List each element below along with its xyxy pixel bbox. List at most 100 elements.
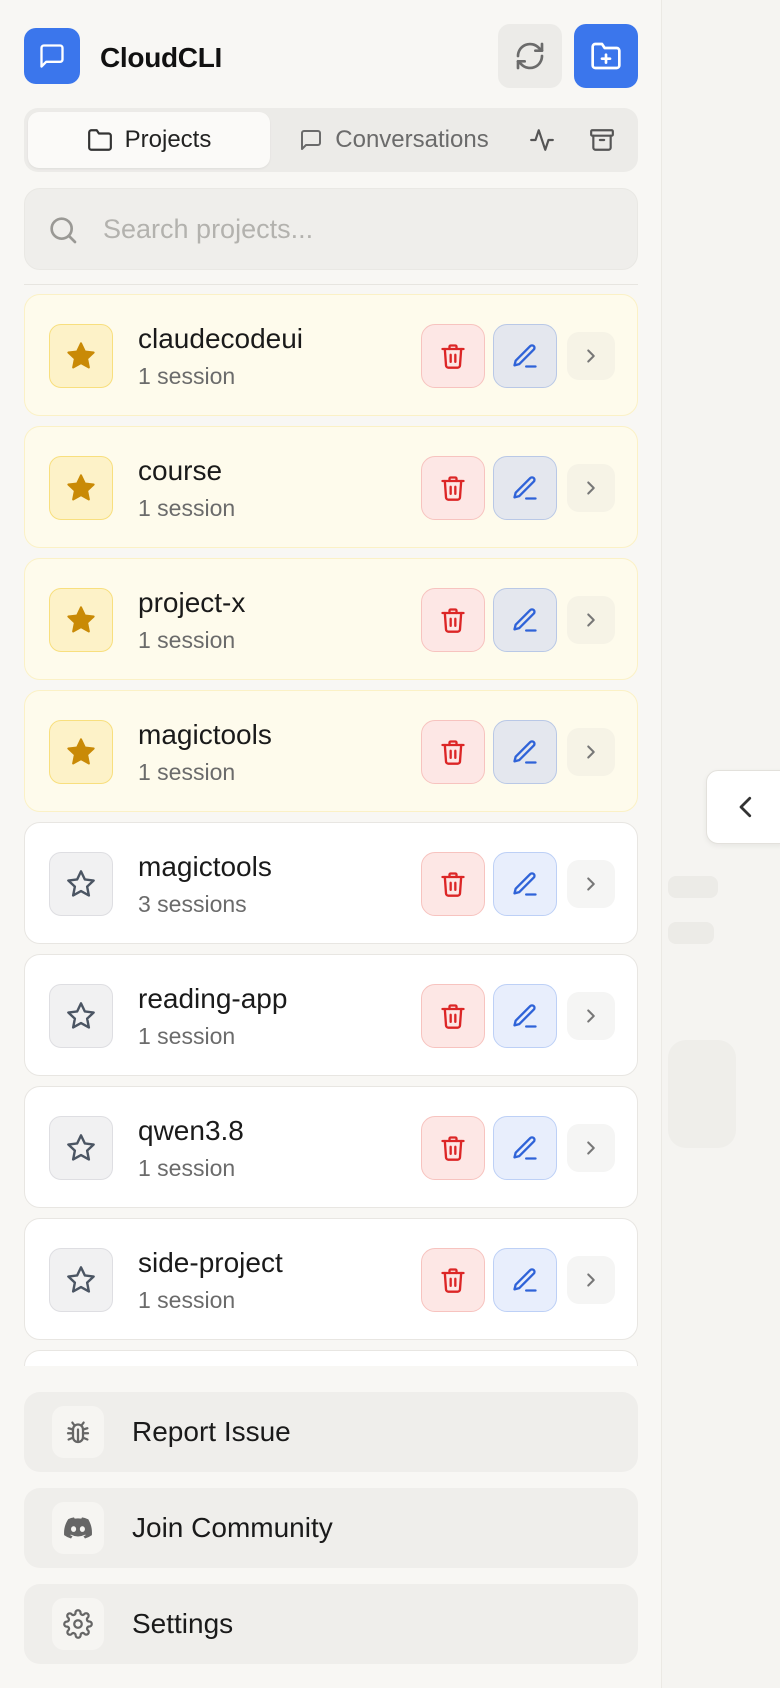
project-card[interactable]: claudecodeui 1 session [24,294,638,416]
discord-icon-box [52,1502,104,1554]
delete-project-button[interactable] [421,720,485,784]
sidebar: CloudCLI Projects Conversations Search p… [0,0,662,1688]
report-issue-label: Report Issue [132,1416,291,1447]
star-outline-icon [67,870,95,897]
project-session-count: 1 session [138,627,236,653]
favorite-toggle[interactable] [49,984,113,1048]
chevron-right-icon [587,1009,595,1023]
rename-project-button[interactable] [493,720,557,784]
project-name: course [138,455,223,486]
open-project-button[interactable] [567,860,615,908]
app-title: CloudCLI [100,42,223,73]
collapse-sidebar-button[interactable] [706,770,780,844]
favorite-toggle[interactable] [49,588,113,652]
project-session-count: 3 sessions [138,891,247,917]
pen-icon [513,608,537,632]
trash-icon [441,872,465,897]
settings-label: Settings [132,1608,234,1639]
bug-icon [66,1421,90,1444]
activity-button[interactable] [524,122,560,158]
project-name: magictools [138,719,272,750]
refresh-button[interactable] [498,24,562,88]
favorite-toggle[interactable] [49,456,113,520]
project-list: claudecodeui 1 session course 1 session … [24,294,638,1366]
pen-icon [513,344,537,368]
trash-icon [441,608,465,633]
open-project-button[interactable] [567,1256,615,1304]
report-issue-button[interactable]: Report Issue [24,1392,638,1472]
project-session-count: 1 session [138,1287,236,1313]
rename-project-button[interactable] [493,456,557,520]
project-card[interactable]: magictools 1 session [24,690,638,812]
trash-icon [441,1004,465,1029]
divider [24,284,638,285]
project-card[interactable]: qwen3.8 1 session [24,1086,638,1208]
favorite-toggle[interactable] [49,324,113,388]
star-filled-icon [67,474,95,501]
project-card[interactable]: reading-app 1 session [24,954,638,1076]
message-square-icon [40,44,64,68]
delete-project-button[interactable] [421,456,485,520]
refresh-icon [516,42,544,70]
background-card-placeholder [668,1040,736,1148]
open-project-button[interactable] [567,1124,615,1172]
view-tabs: Projects Conversations [24,108,638,172]
favorite-toggle[interactable] [49,1248,113,1312]
join-community-button[interactable]: Join Community [24,1488,638,1568]
pen-icon [513,1268,537,1292]
delete-project-button[interactable] [421,588,485,652]
trash-icon [441,344,465,369]
project-card[interactable] [24,1350,638,1366]
project-card[interactable]: project-x 1 session [24,558,638,680]
background-placeholder [668,876,718,898]
pen-icon [513,1004,537,1028]
star-filled-icon [67,606,95,633]
project-session-count: 1 session [138,1155,236,1181]
archive-icon [590,129,614,151]
tab-conversations-label: Conversations [335,126,489,153]
open-project-button[interactable] [567,464,615,512]
chevron-left-icon [739,796,752,818]
delete-project-button[interactable] [421,1116,485,1180]
delete-project-button[interactable] [421,984,485,1048]
settings-button[interactable]: Settings [24,1584,638,1664]
favorite-toggle[interactable] [49,720,113,784]
rename-project-button[interactable] [493,852,557,916]
open-project-button[interactable] [567,728,615,776]
pen-icon [513,740,537,764]
sidebar-header: CloudCLI [24,24,638,88]
delete-project-button[interactable] [421,852,485,916]
archive-button[interactable] [584,122,620,158]
project-card[interactable]: course 1 session [24,426,638,548]
chevron-right-icon [587,745,595,759]
star-outline-icon [67,1002,95,1029]
star-filled-icon [67,342,95,369]
search-input[interactable] [103,207,603,251]
tab-conversations[interactable]: Conversations [294,112,494,168]
rename-project-button[interactable] [493,1248,557,1312]
rename-project-button[interactable] [493,984,557,1048]
gear-icon [63,1609,93,1639]
project-session-count: 1 session [138,495,236,521]
chevron-right-icon [587,877,595,891]
favorite-toggle[interactable] [49,1116,113,1180]
rename-project-button[interactable] [493,324,557,388]
folder-icon [87,129,112,151]
rename-project-button[interactable] [493,1116,557,1180]
delete-project-button[interactable] [421,1248,485,1312]
new-project-button[interactable] [574,24,638,88]
search-icon [50,217,77,244]
project-card[interactable]: magictools 3 sessions [24,822,638,944]
open-project-button[interactable] [567,596,615,644]
tab-projects[interactable]: Projects [28,112,270,168]
project-card[interactable]: side-project 1 session [24,1218,638,1340]
open-project-button[interactable] [567,332,615,380]
delete-project-button[interactable] [421,324,485,388]
project-session-count: 1 session [138,1023,236,1049]
project-session-count: 1 session [138,363,236,389]
project-name: reading-app [138,983,288,1014]
open-project-button[interactable] [567,992,615,1040]
rename-project-button[interactable] [493,588,557,652]
favorite-toggle[interactable] [49,852,113,916]
chevron-right-icon [587,481,595,495]
